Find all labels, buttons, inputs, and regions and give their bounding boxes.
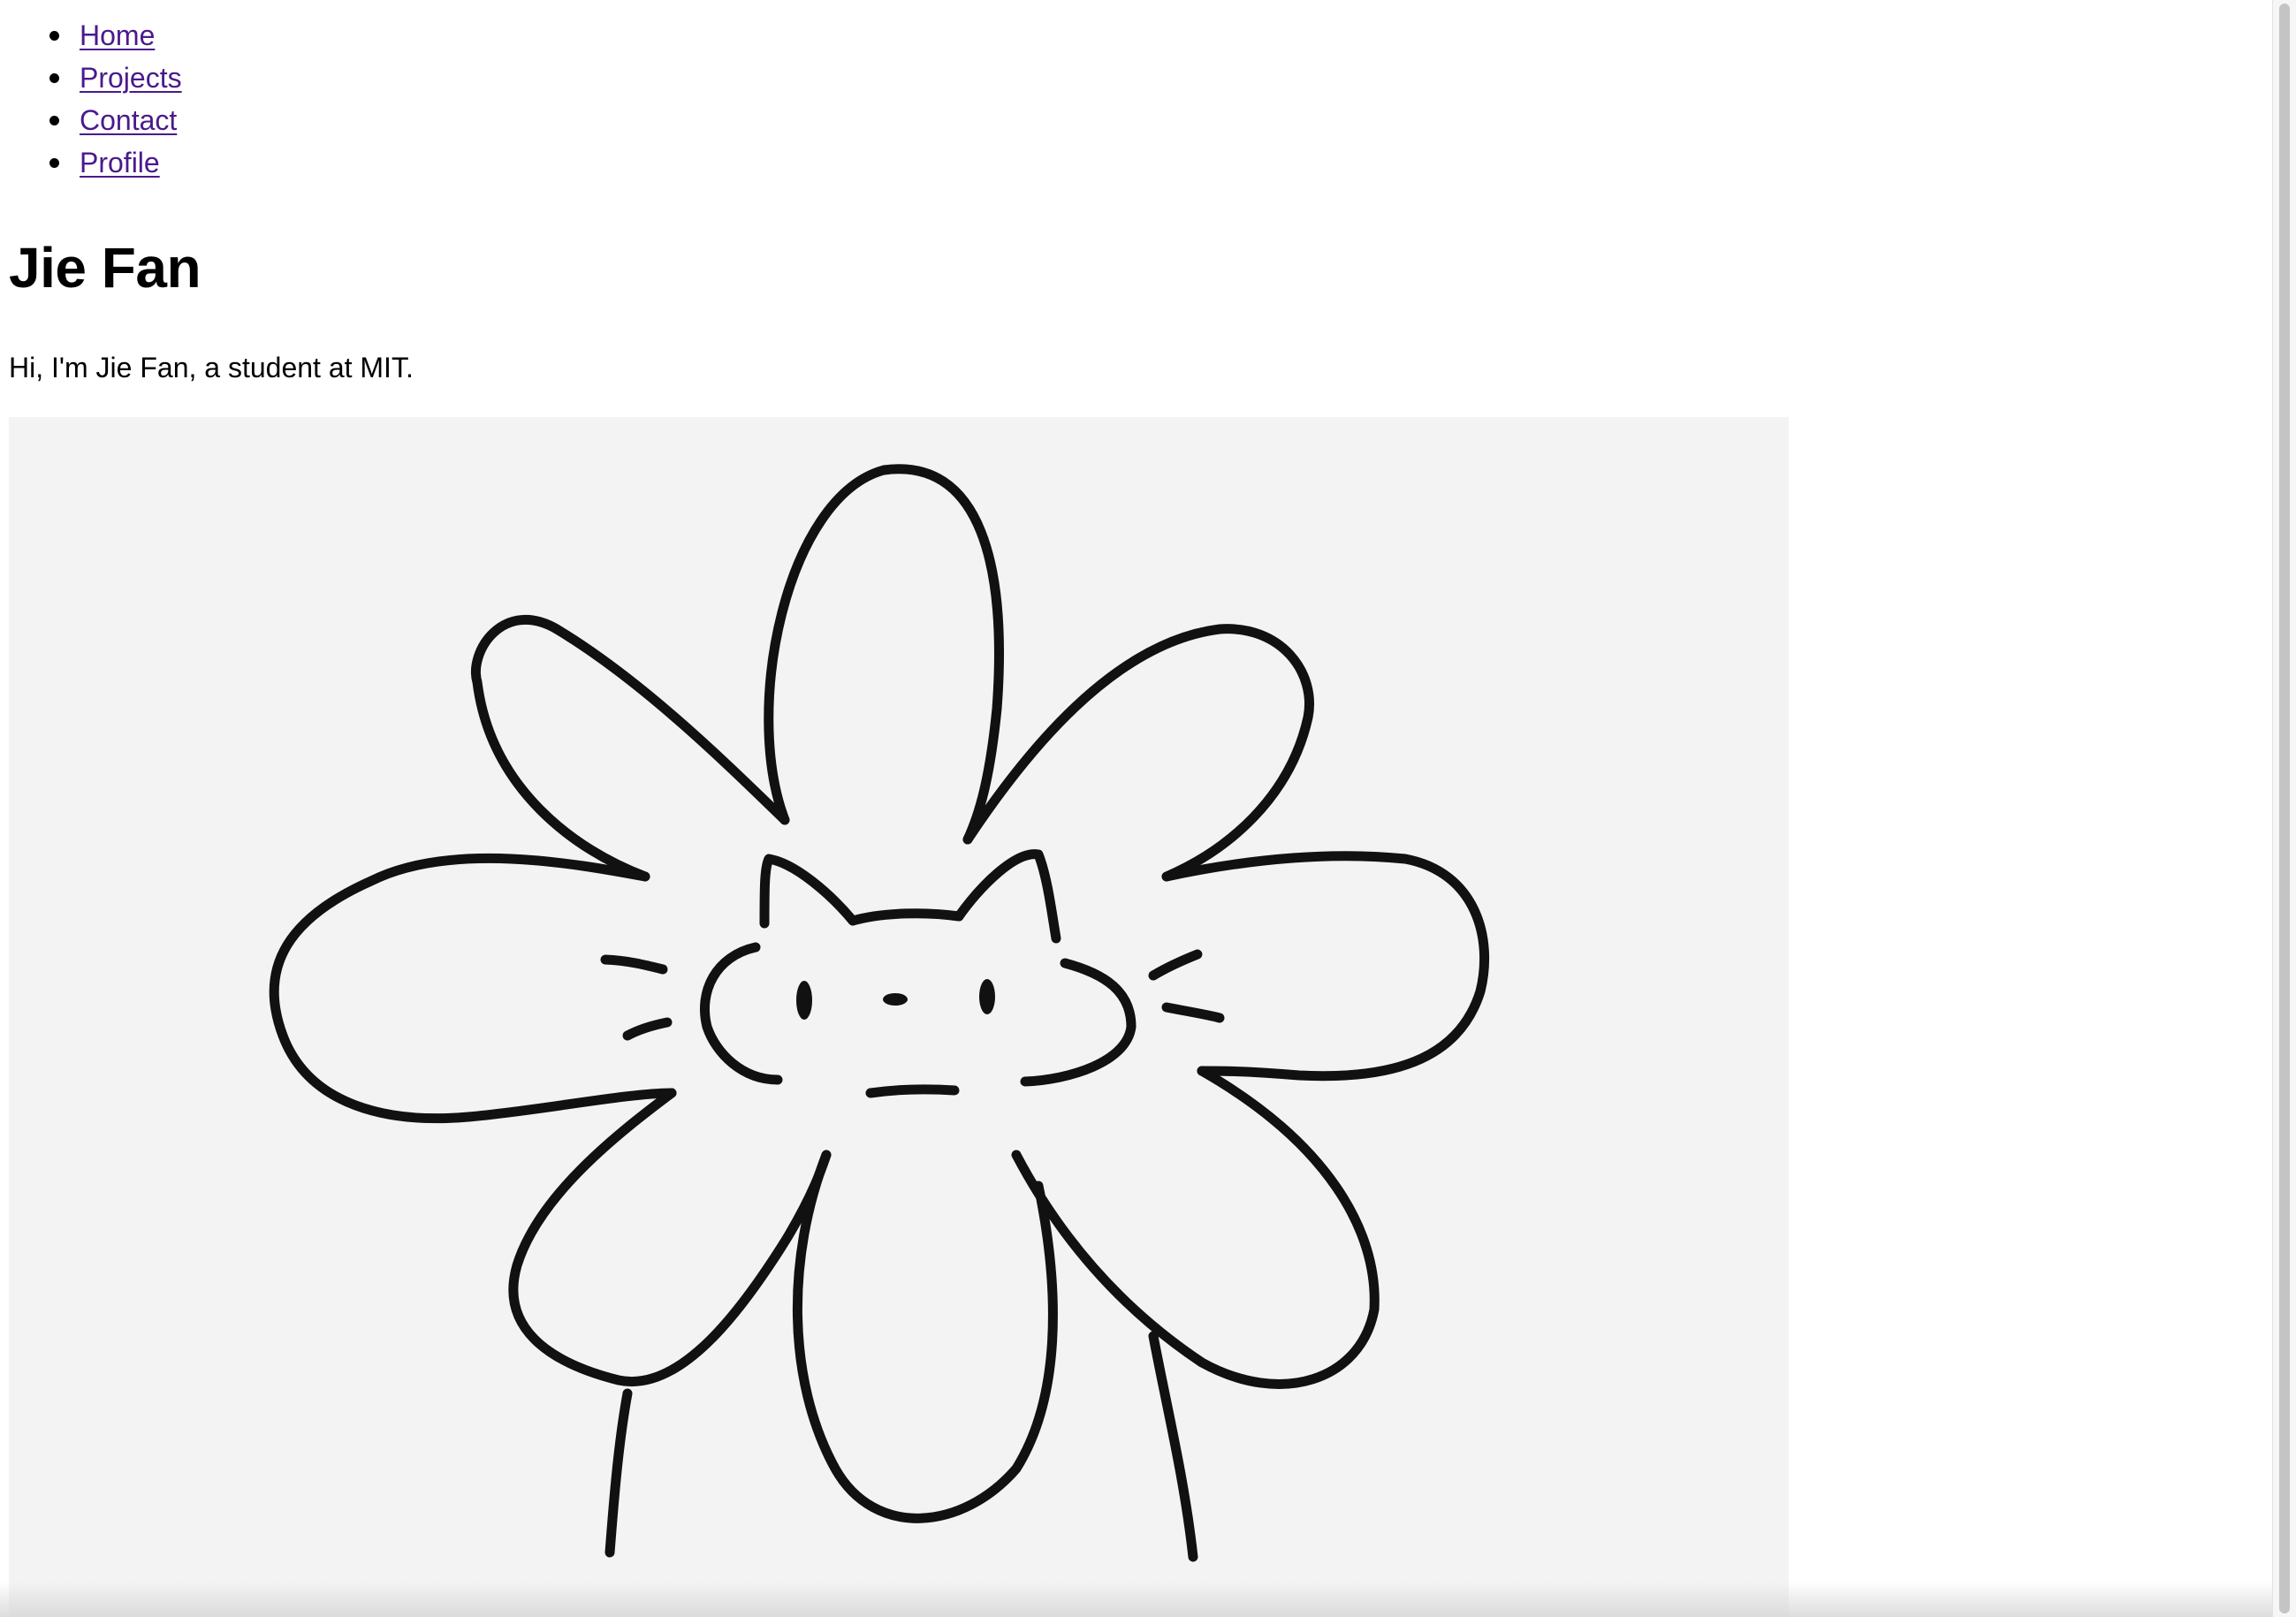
cat-flower-image (9, 417, 1789, 1617)
nav-link-contact[interactable]: Contact (80, 104, 177, 136)
nav-item-profile: Profile (0, 141, 182, 184)
nav-link-projects[interactable]: Projects (80, 62, 182, 94)
page: Home Projects Contact Profile Jie Fan Hi… (0, 0, 2273, 1617)
page-title: Jie Fan (9, 236, 201, 300)
nav-item-home: Home (0, 14, 182, 57)
nav-link-profile[interactable]: Profile (80, 147, 160, 178)
intro-text: Hi, I'm Jie Fan, a student at MIT. (9, 352, 414, 383)
scrollbar-thumb[interactable] (2279, 4, 2290, 1613)
cat-flower-drawing (269, 464, 1490, 1562)
nav-list: Home Projects Contact Profile (0, 14, 182, 184)
nav-item-projects: Projects (0, 57, 182, 99)
page-scrollbar[interactable] (2272, 0, 2296, 1617)
nav-link-home[interactable]: Home (80, 19, 155, 51)
nav-item-contact: Contact (0, 99, 182, 141)
